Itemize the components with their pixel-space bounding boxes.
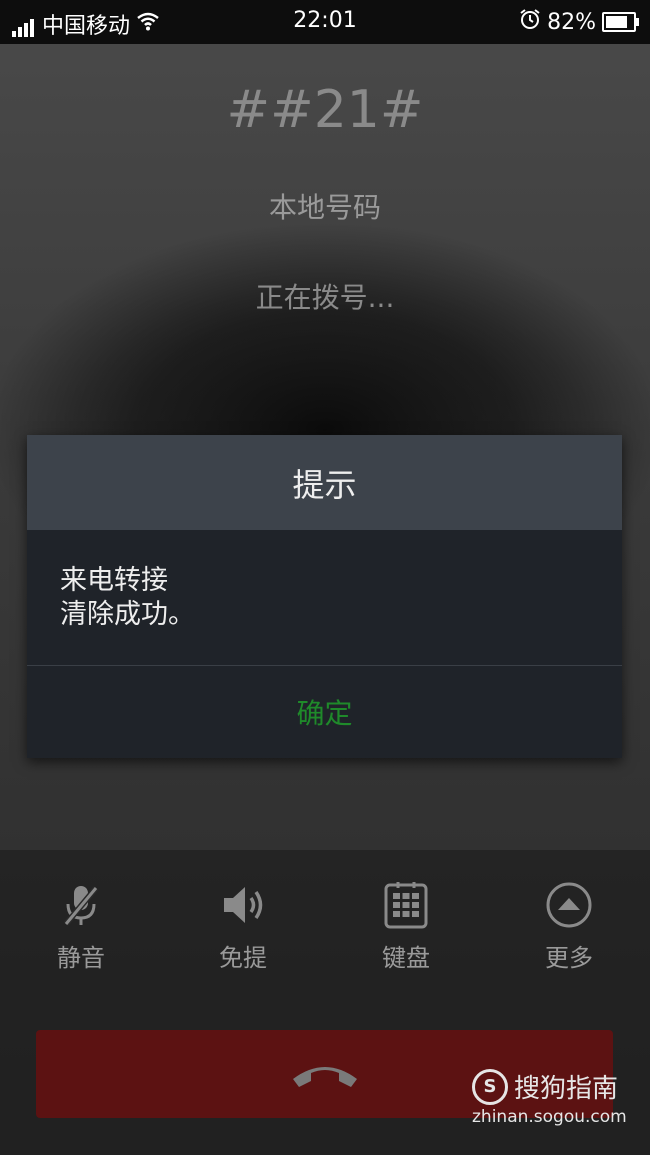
more-up-arrow-icon [546,882,592,928]
keypad-icon [384,882,428,929]
more-button[interactable]: 更多 [509,880,629,973]
speaker-button[interactable]: 免提 [183,880,303,973]
dialog-message: 来电转接 清除成功。 [27,530,622,665]
status-bar: 中国移动 22:01 82% [0,0,650,44]
battery-percent: 82% [547,9,596,35]
battery-icon [602,12,639,32]
alarm-icon [519,8,541,36]
dialog-title: 提示 [27,435,622,530]
keypad-label: 键盘 [382,944,430,972]
speaker-label: 免提 [219,944,267,972]
sogou-logo-icon: S [472,1068,508,1105]
speaker-icon [224,887,263,923]
sogou-watermark: S 搜狗指南 zhinan.sogou.com [472,1068,642,1127]
dialed-number: ##21# [226,80,424,140]
keypad-button[interactable]: 键盘 [346,880,466,973]
watermark-url: zhinan.sogou.com [472,1107,627,1127]
dialog-ok-button[interactable]: 确定 [27,666,622,758]
mute-microphone-icon [63,886,99,926]
dialog-message-line-2: 清除成功。 [60,599,195,630]
dialog-message-line-1: 来电转接 [60,565,168,596]
call-status: 正在拨号... [255,281,395,314]
watermark-brand: 搜狗指南 [514,1074,619,1104]
alert-dialog: 提示 来电转接 清除成功。 确定 [27,435,622,758]
mute-button[interactable]: 静音 [21,880,141,973]
number-location: 本地号码 [268,191,381,224]
mute-label: 静音 [57,944,105,972]
more-label: 更多 [545,944,593,972]
hangup-icon [292,1067,357,1087]
